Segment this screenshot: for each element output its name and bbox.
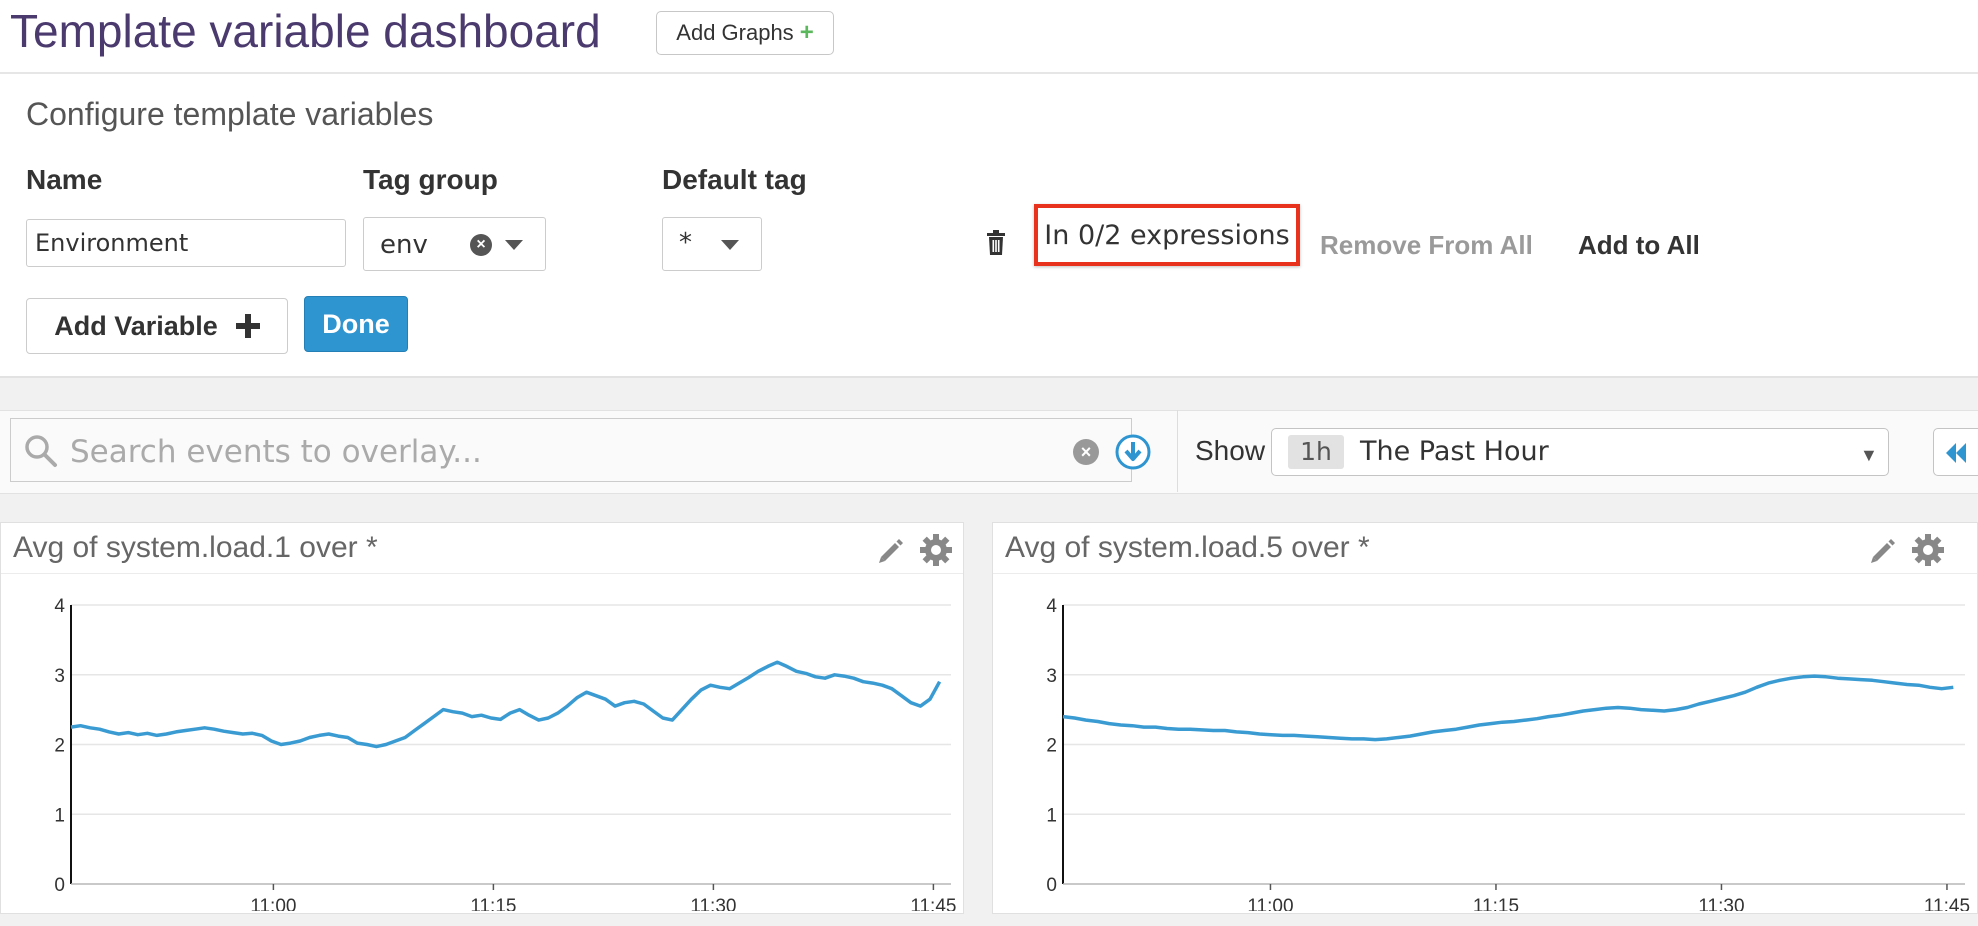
chevron-down-icon: ▼ <box>1860 445 1878 465</box>
y-tick-label: 1 <box>1046 805 1057 826</box>
plus-icon <box>235 314 260 338</box>
trash-icon[interactable] <box>986 230 1006 256</box>
clear-icon[interactable]: × <box>470 234 492 256</box>
graph-title: Avg of system.load.1 over * <box>13 531 378 564</box>
config-title: Configure template variables <box>26 96 434 132</box>
rewind-button[interactable] <box>1933 428 1978 476</box>
graph-header-divider <box>993 573 1977 574</box>
y-tick-label: 0 <box>54 875 65 896</box>
pencil-icon[interactable] <box>1869 537 1897 565</box>
y-tick-label: 0 <box>1046 875 1057 896</box>
y-tick-label: 3 <box>1046 666 1057 687</box>
time-range-badge: 1h <box>1288 435 1344 469</box>
remove-from-all-link[interactable]: Remove From All <box>1320 230 1533 261</box>
graph-header-divider <box>1 573 963 574</box>
add-variable-button[interactable]: Add Variable <box>26 298 288 354</box>
y-tick-label: 4 <box>54 596 65 617</box>
toolbar-separator <box>1177 410 1178 492</box>
search-placeholder: Search events to overlay... <box>70 434 482 470</box>
line-chart: 0 1 2 3 4 11:00 11:15 11:30 11:45 <box>54 596 956 911</box>
page-title: Template variable dashboard <box>10 5 601 57</box>
tag-group-select[interactable]: env × <box>363 217 546 271</box>
x-tick-label: 11:45 <box>1924 896 1970 911</box>
show-label: Show <box>1195 435 1266 466</box>
pencil-icon[interactable] <box>877 537 905 565</box>
y-tick-label: 4 <box>1046 596 1057 617</box>
done-button[interactable]: Done <box>304 296 408 352</box>
x-tick-label: 11:00 <box>250 896 296 911</box>
header-divider <box>0 72 1978 74</box>
add-to-all-link[interactable]: Add to All <box>1578 230 1700 261</box>
expressions-count: In 0/2 expressions <box>1034 204 1300 266</box>
gear-icon[interactable] <box>1911 533 1945 567</box>
x-tick-label: 11:30 <box>1698 896 1744 911</box>
y-tick-label: 3 <box>54 666 65 687</box>
series-line <box>1062 674 1954 742</box>
chevron-down-icon[interactable] <box>721 240 739 250</box>
clear-search-icon[interactable]: × <box>1073 439 1099 465</box>
x-tick-label: 11:15 <box>470 896 516 911</box>
add-graphs-label: Add Graphs <box>676 20 794 45</box>
time-range-select[interactable]: 1h The Past Hour ▼ <box>1271 428 1889 476</box>
x-tick-label: 11:15 <box>1473 896 1519 911</box>
add-variable-label: Add Variable <box>54 310 218 341</box>
graph-card-load5: Avg of system.load.5 over * 0 1 2 3 4 11:00 11… <box>992 522 1978 914</box>
default-tag-column-header: Default tag <box>662 164 807 195</box>
download-circle-icon[interactable] <box>1114 433 1152 471</box>
tag-group-column-header: Tag group <box>363 164 498 195</box>
y-tick-label: 2 <box>1046 736 1057 757</box>
graph-card-load1: Avg of system.load.1 over * 0 1 2 3 4 11:00 11… <box>0 522 964 914</box>
y-tick-label: 1 <box>54 805 65 826</box>
gear-icon[interactable] <box>919 533 953 567</box>
y-tick-label: 2 <box>54 736 65 757</box>
name-column-header: Name <box>26 164 103 195</box>
chevron-down-icon[interactable] <box>505 240 523 250</box>
x-tick-label: 11:30 <box>690 896 736 911</box>
search-icon <box>25 435 57 467</box>
time-range-label: The Past Hour <box>1360 436 1549 467</box>
default-tag-select[interactable]: * <box>662 217 762 271</box>
variable-name-input[interactable] <box>26 219 346 267</box>
rewind-icon <box>1946 443 1966 463</box>
plus-icon: + <box>799 19 814 46</box>
add-graphs-button[interactable]: Add Graphs + <box>656 11 834 55</box>
line-chart: 0 1 2 3 4 11:00 11:15 11:30 11:45 <box>1046 596 1970 911</box>
x-tick-label: 11:45 <box>910 896 956 911</box>
x-tick-label: 11:00 <box>1247 896 1293 911</box>
tag-group-value: env <box>380 230 428 260</box>
default-tag-value: * <box>679 228 692 258</box>
graph-title: Avg of system.load.5 over * <box>1005 531 1370 564</box>
